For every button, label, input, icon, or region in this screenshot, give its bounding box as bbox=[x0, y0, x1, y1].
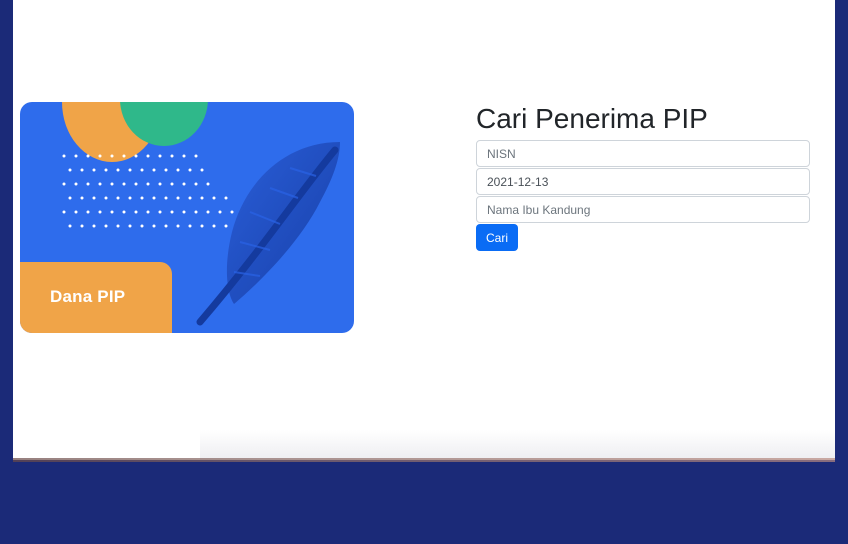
page-title: Cari Penerima PIP bbox=[476, 103, 708, 134]
device-frame: Dana PIP Cari Penerima PIP Cari bbox=[0, 0, 848, 544]
card-label-box: Dana PIP bbox=[20, 262, 172, 333]
mother-name-input[interactable] bbox=[476, 196, 810, 223]
card-label: Dana PIP bbox=[50, 287, 126, 306]
date-input[interactable] bbox=[476, 168, 810, 195]
nisn-input[interactable] bbox=[476, 140, 810, 167]
pip-card-illustration: Dana PIP bbox=[20, 102, 354, 333]
screen-bottom-edge bbox=[13, 458, 835, 462]
search-button[interactable]: Cari bbox=[476, 224, 519, 251]
feather-icon bbox=[196, 142, 340, 326]
search-form: Cari Penerima PIP Cari bbox=[476, 100, 810, 251]
screen-shadow bbox=[200, 430, 835, 460]
